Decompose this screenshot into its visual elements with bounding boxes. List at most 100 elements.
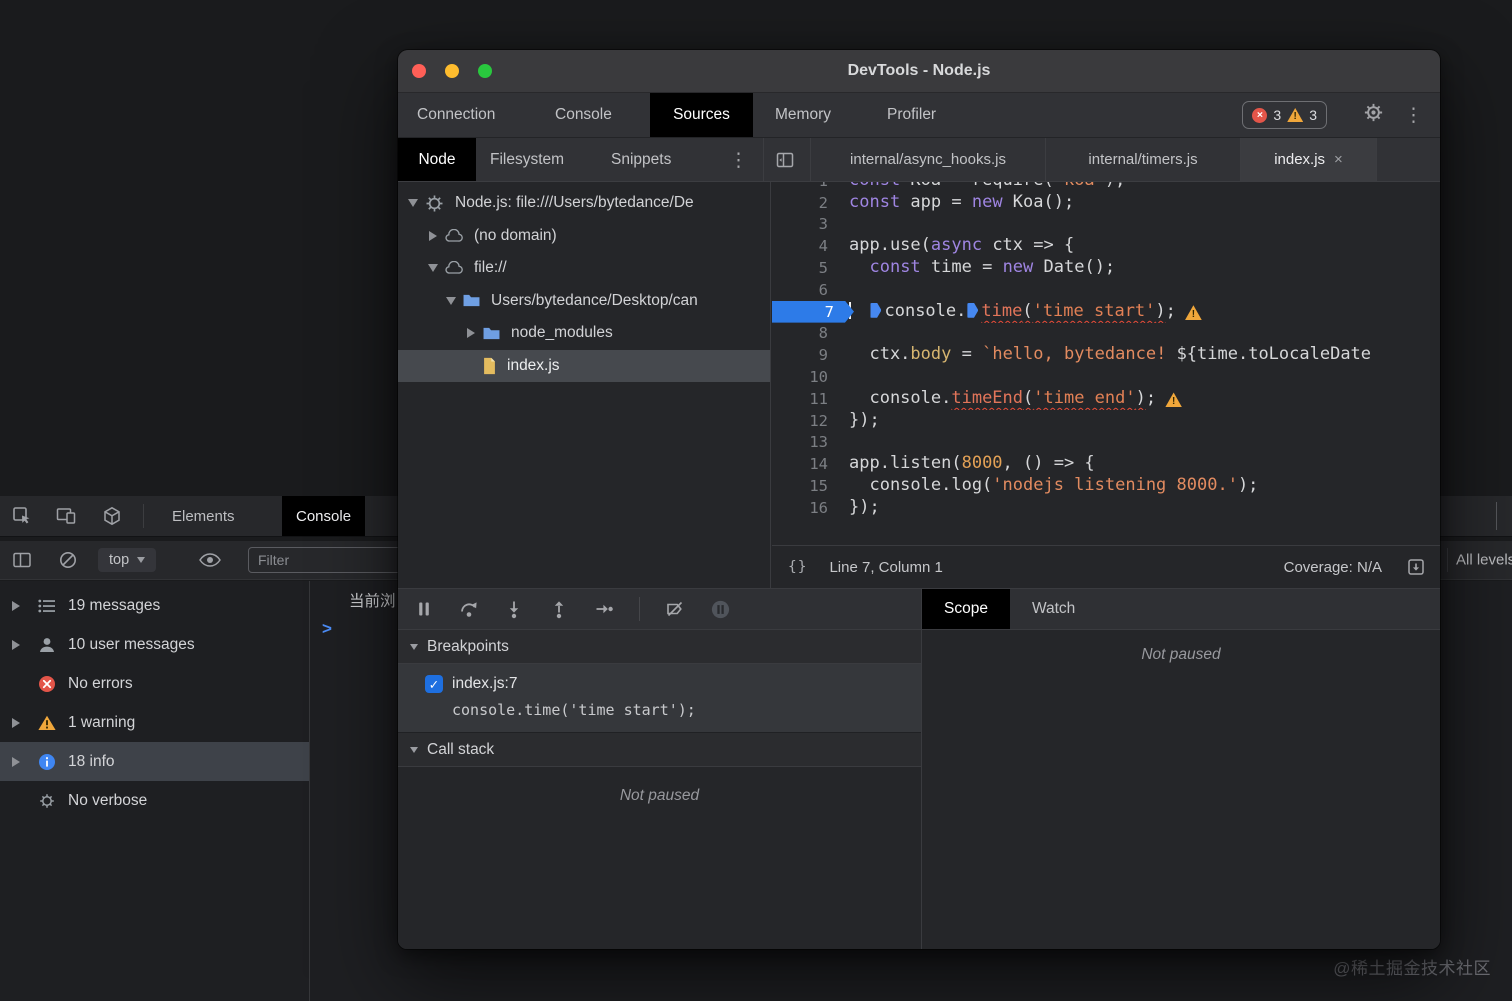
line-number[interactable]: 11 xyxy=(772,390,842,408)
clear-console-icon[interactable] xyxy=(58,550,78,570)
tab-memory[interactable]: Memory xyxy=(775,93,831,137)
log-levels-dropdown[interactable]: All levels xyxy=(1456,552,1512,569)
settings-gear-icon[interactable] xyxy=(1363,102,1384,128)
console-chevron-icon[interactable]: > xyxy=(322,619,332,639)
inspect-element-icon[interactable] xyxy=(12,506,32,526)
close-tab-icon[interactable]: × xyxy=(1334,151,1343,168)
step-icon[interactable] xyxy=(594,599,614,619)
code-editor[interactable]: 1const Koa = require('koa');2const app =… xyxy=(772,182,1440,545)
tab-watch[interactable]: Watch xyxy=(1010,589,1097,629)
line-number[interactable]: 4 xyxy=(772,237,842,255)
toolbar-separator xyxy=(143,504,144,528)
expand-arrow-icon[interactable] xyxy=(12,757,25,767)
sidebar-item-verbose[interactable]: No verbose xyxy=(0,781,309,820)
step-into-icon[interactable] xyxy=(504,599,524,619)
pretty-print-icon[interactable]: {} xyxy=(788,559,807,575)
inline-warning-icon[interactable]: ! xyxy=(1185,305,1202,320)
code-token: app.listen( xyxy=(849,453,962,473)
cloud-icon xyxy=(444,261,464,275)
window-titlebar[interactable]: DevTools - Node.js xyxy=(398,50,1440,93)
expand-arrow-icon[interactable] xyxy=(426,231,440,241)
tab-console[interactable]: Console xyxy=(282,496,365,536)
active-line-number[interactable]: 7 xyxy=(772,301,854,323)
line-number[interactable]: 6 xyxy=(772,281,842,299)
tab-console[interactable]: Console xyxy=(555,93,612,137)
expand-arrow-icon[interactable] xyxy=(12,601,25,611)
3d-view-icon[interactable] xyxy=(102,506,122,526)
device-toolbar-icon[interactable] xyxy=(56,506,76,526)
line-number[interactable]: 10 xyxy=(772,368,842,386)
console-sidebar-toggle-icon[interactable] xyxy=(12,550,32,570)
deactivate-breakpoints-icon[interactable] xyxy=(665,599,685,619)
inline-breakpoint-marker[interactable] xyxy=(967,303,978,318)
line-number[interactable]: 8 xyxy=(772,324,842,342)
code-token: = xyxy=(951,344,982,364)
tab-async-hooks-js[interactable]: internal/async_hooks.js xyxy=(811,138,1046,181)
sidebar-item-user-messages[interactable]: 10 user messages xyxy=(0,625,309,664)
navigator-toggle-icon[interactable] xyxy=(775,150,795,170)
tab-profiler[interactable]: Profiler xyxy=(887,93,936,137)
tab-scope[interactable]: Scope xyxy=(922,589,1010,629)
more-options-icon[interactable]: ⋮ xyxy=(1404,104,1423,126)
tab-elements[interactable]: Elements xyxy=(158,496,249,536)
inline-breakpoint-marker[interactable] xyxy=(870,303,881,318)
tree-item-file-protocol[interactable]: file:// xyxy=(398,252,770,285)
step-out-icon[interactable] xyxy=(549,599,569,619)
line-number[interactable]: 15 xyxy=(772,477,842,495)
tab-timers-js[interactable]: internal/timers.js xyxy=(1046,138,1241,181)
sidebar-item-info[interactable]: 18 info xyxy=(0,742,309,781)
collapse-arrow-icon[interactable] xyxy=(444,297,458,305)
step-over-icon[interactable] xyxy=(459,599,479,619)
inline-warning-icon[interactable]: ! xyxy=(1165,392,1182,407)
breakpoints-section-header[interactable]: Breakpoints xyxy=(398,630,921,664)
expand-arrow-icon[interactable] xyxy=(12,640,25,650)
code-line: app.use(async ctx => { xyxy=(842,235,1440,257)
tree-item-node-modules[interactable]: node_modules xyxy=(398,317,770,350)
line-number[interactable]: 2 xyxy=(772,194,842,212)
sidebar-item-warnings[interactable]: 1 warning xyxy=(0,703,309,742)
tab-connection[interactable]: Connection xyxy=(417,93,495,137)
pause-on-exceptions-icon[interactable] xyxy=(710,599,731,620)
sidebar-item-messages[interactable]: 19 messages xyxy=(0,586,309,625)
expand-arrow-icon[interactable] xyxy=(12,718,25,728)
tree-item-project-folder[interactable]: Users/bytedance/Desktop/can xyxy=(398,285,770,318)
live-expression-eye-icon[interactable] xyxy=(199,553,221,568)
tab-sources[interactable]: Sources xyxy=(650,93,753,137)
line-number[interactable]: 13 xyxy=(772,433,842,451)
line-number[interactable]: 5 xyxy=(772,259,842,277)
pause-script-icon[interactable] xyxy=(414,599,434,619)
error-count: 3 xyxy=(1273,107,1281,123)
line-number[interactable]: 16 xyxy=(772,499,842,517)
line-number[interactable]: 14 xyxy=(772,455,842,473)
breakpoint-entry[interactable]: ✓ index.js:7 console.time('time start'); xyxy=(398,664,921,733)
tab-index-js[interactable]: index.js × xyxy=(1241,138,1377,181)
line-number[interactable]: 12 xyxy=(772,412,842,430)
code-token: console. xyxy=(884,301,966,321)
tree-item-no-domain[interactable]: (no domain) xyxy=(398,220,770,253)
callstack-section-header[interactable]: Call stack xyxy=(398,733,921,767)
tree-item-index-js[interactable]: index.js xyxy=(398,350,770,383)
issues-badge[interactable]: × 3 ! 3 xyxy=(1242,101,1327,129)
collapse-arrow-icon[interactable] xyxy=(406,199,420,207)
line-number[interactable]: 1 xyxy=(772,182,842,190)
tab-node[interactable]: Node xyxy=(398,138,476,181)
expand-arrow-icon[interactable] xyxy=(464,328,478,338)
code-token: ctx => { xyxy=(982,235,1074,255)
drawer-toggle-icon[interactable] xyxy=(1406,557,1426,577)
filter-input[interactable] xyxy=(248,547,406,573)
breakpoint-checkbox[interactable]: ✓ xyxy=(425,675,443,693)
maximize-button[interactable] xyxy=(478,64,492,78)
line-number[interactable]: 9 xyxy=(772,346,842,364)
javascript-context-dropdown[interactable]: top xyxy=(98,548,156,572)
more-tabs-icon[interactable]: ⋮ xyxy=(729,149,748,171)
tab-snippets[interactable]: Snippets xyxy=(611,138,671,181)
code-token: timeEnd xyxy=(951,388,1023,408)
minimize-button[interactable] xyxy=(445,64,459,78)
tab-filesystem[interactable]: Filesystem xyxy=(490,138,564,181)
tree-item-node-target[interactable]: Node.js: file:///Users/bytedance/De xyxy=(398,187,770,220)
sidebar-item-errors[interactable]: No errors xyxy=(0,664,309,703)
js-file-icon xyxy=(482,357,497,375)
close-button[interactable] xyxy=(412,64,426,78)
line-number[interactable]: 3 xyxy=(772,215,842,233)
collapse-arrow-icon[interactable] xyxy=(426,264,440,272)
